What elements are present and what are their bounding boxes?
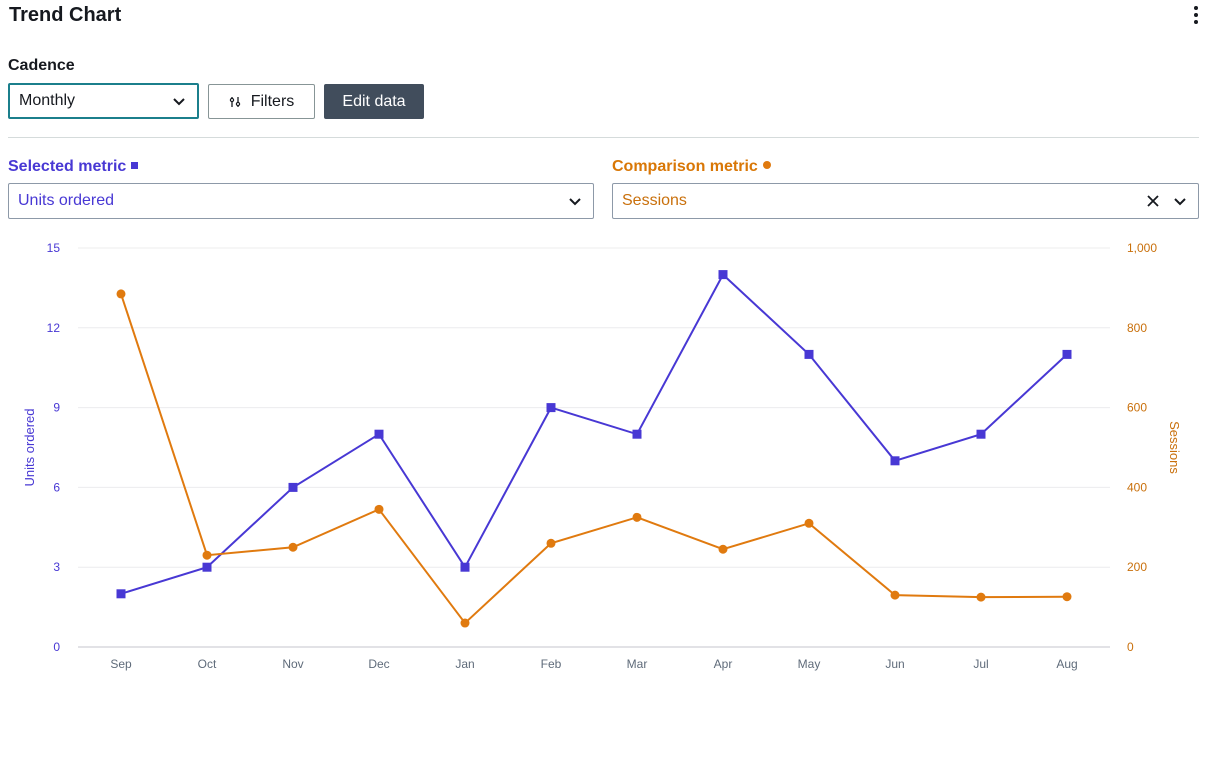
page-title: Trend Chart	[9, 4, 122, 26]
data-point	[116, 589, 126, 599]
circle-marker-icon	[762, 161, 771, 169]
data-point	[1062, 349, 1072, 359]
y-right-tick-label: 0	[1127, 640, 1134, 654]
sliders-icon	[229, 96, 240, 107]
data-point	[460, 618, 470, 628]
comparison-metric-label: Comparison metric	[612, 158, 771, 176]
y-left-tick-label: 12	[47, 321, 61, 335]
filters-button[interactable]: Filters	[208, 84, 315, 119]
edit-data-label: Edit data	[342, 92, 406, 110]
data-point	[632, 429, 642, 439]
x-tick-label: Apr	[714, 657, 733, 671]
series-line-0	[120, 272, 1068, 595]
selected-metric-label: Selected metric	[8, 158, 139, 176]
kebab-menu-icon[interactable]	[1187, 6, 1205, 26]
filters-label: Filters	[250, 92, 295, 110]
data-point	[1062, 592, 1072, 602]
y-left-axis-title: Units ordered	[22, 408, 37, 486]
y-right-tick-label: 800	[1127, 321, 1147, 335]
data-point	[288, 482, 298, 492]
y-right-tick-label: 1,000	[1127, 241, 1157, 255]
x-tick-label: Jun	[885, 657, 904, 671]
edit-data-button[interactable]: Edit data	[324, 84, 424, 119]
chevron-down-icon	[569, 198, 581, 206]
data-point	[288, 542, 298, 552]
cadence-select[interactable]: Monthly	[8, 83, 199, 119]
data-point	[804, 349, 814, 359]
y-left-tick-label: 6	[53, 480, 60, 494]
x-tick-label: Mar	[627, 657, 648, 671]
data-point	[718, 270, 728, 280]
square-marker-icon	[131, 162, 139, 169]
data-point	[374, 504, 384, 514]
data-point	[546, 538, 556, 548]
x-tick-label: May	[798, 657, 821, 671]
y-right-tick-label: 200	[1127, 560, 1147, 574]
x-tick-label: Jan	[455, 657, 474, 671]
data-point	[202, 562, 212, 572]
data-point	[546, 403, 556, 413]
data-point	[976, 592, 986, 602]
data-point	[374, 429, 384, 439]
x-tick-label: Sep	[110, 657, 132, 671]
comparison-metric-select[interactable]: Sessions	[612, 183, 1199, 219]
chevron-down-icon	[173, 98, 185, 106]
data-point	[632, 512, 642, 522]
data-point	[976, 429, 986, 439]
cadence-value: Monthly	[19, 92, 76, 109]
x-tick-label: Jul	[973, 657, 988, 671]
y-right-tick-label: 600	[1127, 401, 1147, 415]
series-line-1	[120, 293, 1068, 625]
y-left-tick-label: 3	[53, 560, 60, 574]
data-point	[460, 562, 470, 572]
divider	[8, 137, 1199, 138]
y-left-tick-label: 0	[53, 640, 60, 654]
y-left-tick-label: 9	[53, 401, 60, 415]
data-point	[804, 518, 814, 528]
x-tick-label: Aug	[1056, 657, 1077, 671]
x-tick-label: Dec	[368, 657, 389, 671]
x-tick-label: Feb	[541, 657, 562, 671]
selected-metric-value: Units ordered	[18, 192, 115, 209]
x-tick-label: Nov	[282, 657, 303, 671]
data-point	[890, 590, 900, 600]
data-point	[202, 550, 212, 560]
y-right-tick-label: 400	[1127, 480, 1147, 494]
cadence-label: Cadence	[8, 57, 75, 74]
comparison-metric-value: Sessions	[622, 192, 687, 209]
selected-metric-select[interactable]: Units ordered	[8, 183, 594, 219]
y-right-axis-title: Sessions	[1167, 421, 1182, 474]
y-left-tick-label: 15	[47, 241, 61, 255]
data-point	[718, 544, 728, 554]
data-point	[890, 456, 900, 466]
x-tick-label: Oct	[198, 657, 217, 671]
data-point	[116, 289, 126, 299]
trend-chart: 0 3 6 9 12 15 0 200 400 600 800 1,000 Units ordered S…	[22, 241, 1182, 671]
close-icon[interactable]	[1146, 194, 1160, 208]
chevron-down-icon	[1174, 198, 1186, 206]
